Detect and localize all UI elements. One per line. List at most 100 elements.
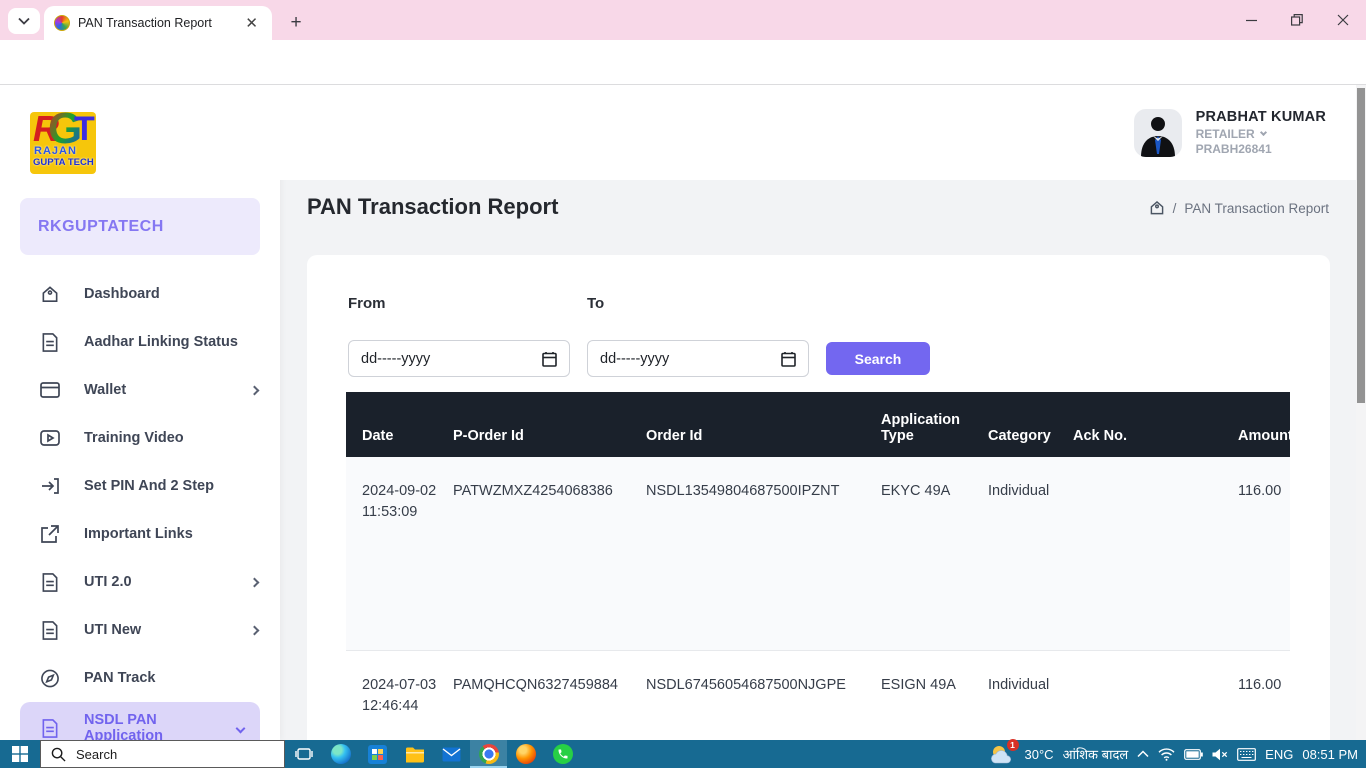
weather-description[interactable]: आंशिक बादल <box>1063 745 1129 763</box>
breadcrumb-separator: / <box>1173 201 1177 216</box>
col-p-order-id: P-Order Id <box>451 392 644 457</box>
edge-icon <box>331 744 351 764</box>
document-icon <box>40 719 60 738</box>
cell-order-id: NSDL67456054687500NJGPE <box>644 650 879 740</box>
breadcrumb: / PAN Transaction Report <box>1149 200 1329 216</box>
window-controls <box>1228 0 1366 40</box>
sidebar-item-nsdl-pan-application[interactable]: NSDL PAN Application <box>20 702 260 740</box>
home-icon <box>40 285 60 304</box>
chrome-icon <box>479 744 499 764</box>
weather-temperature[interactable]: 30°C <box>1025 747 1054 762</box>
video-icon <box>40 430 60 446</box>
chevron-right-icon <box>250 385 260 395</box>
wifi-icon[interactable] <box>1158 748 1175 761</box>
table-row: 2024-07-03 12:46:44 PAMQHCQN6327459884 N… <box>346 650 1290 740</box>
restore-button[interactable] <box>1274 0 1320 40</box>
cell-date: 2024-09-02 11:53:09 <box>346 457 451 650</box>
battery-icon[interactable] <box>1184 749 1203 760</box>
user-role[interactable]: RETAILER <box>1196 127 1326 141</box>
close-window-button[interactable] <box>1320 0 1366 40</box>
taskbar-app-edge[interactable] <box>322 740 359 768</box>
home-icon[interactable] <box>1149 200 1165 216</box>
page-scrollbar[interactable] <box>1356 85 1366 740</box>
col-date: Date <box>346 392 451 457</box>
volume-muted-icon[interactable] <box>1212 748 1228 761</box>
cell-date: 2024-07-03 12:46:44 <box>346 650 451 740</box>
logo-line1: RAJAN <box>34 145 77 157</box>
taskbar-app-whatsapp[interactable] <box>544 740 581 768</box>
new-tab-button[interactable]: + <box>282 9 310 37</box>
to-date-input[interactable]: dd-----yyyy <box>587 340 809 377</box>
taskbar-search-box[interactable]: Search <box>40 740 285 768</box>
windows-taskbar: Search 1 30°C आंशिक बादल ENG 08:51 PM <box>0 740 1366 768</box>
page-viewport: R G T RAJAN GUPTA TECH RKGUPTATECH Dashb… <box>0 85 1356 740</box>
cell-category: Individual <box>986 650 1071 740</box>
col-ack-no: Ack No. <box>1071 392 1236 457</box>
chevron-down-icon <box>18 17 30 25</box>
cell-application-type: ESIGN 49A <box>879 650 986 740</box>
sidebar-item-pan-track[interactable]: PAN Track <box>0 654 280 702</box>
browser-tab[interactable]: PAN Transaction Report ✕ <box>44 6 272 40</box>
report-card: From To dd-----yyyy dd-----yyyy Search D… <box>307 255 1330 740</box>
col-application-type: Application Type <box>879 392 986 457</box>
col-order-id: Order Id <box>644 392 879 457</box>
taskbar-app-store[interactable] <box>359 740 396 768</box>
weather-widget[interactable]: 1 <box>990 743 1016 765</box>
from-label: From <box>348 295 386 312</box>
cell-order-id: NSDL13549804687500IPZNT <box>644 457 879 650</box>
chevron-right-icon <box>250 625 260 635</box>
chevron-right-icon <box>250 577 260 587</box>
transactions-table-wrap: Date P-Order Id Order Id Application Typ… <box>346 392 1290 740</box>
sidebar-item-wallet[interactable]: Wallet <box>0 366 280 414</box>
touch-keyboard-icon[interactable] <box>1237 748 1256 761</box>
external-link-icon <box>40 525 60 543</box>
browser-titlebar: PAN Transaction Report ✕ + <box>0 0 1366 40</box>
col-amount: Amount <box>1236 392 1290 457</box>
user-id: PRABH26841 <box>1196 142 1326 156</box>
tab-search-button[interactable] <box>8 8 40 34</box>
document-icon <box>40 621 60 640</box>
cell-p-order-id: PAMQHCQN6327459884 <box>451 650 644 740</box>
sidebar-item-uti-new[interactable]: UTI New <box>0 606 280 654</box>
taskbar-app-firefox[interactable] <box>507 740 544 768</box>
sidebar-item-uti-20[interactable]: UTI 2.0 <box>0 558 280 606</box>
taskbar-app-mail[interactable] <box>433 740 470 768</box>
site-favicon-icon <box>54 15 70 31</box>
to-label: To <box>587 295 604 312</box>
taskbar-app-chrome[interactable] <box>470 740 507 768</box>
compass-icon <box>40 669 60 688</box>
clock[interactable]: 08:51 PM <box>1302 747 1358 762</box>
scrollbar-thumb[interactable] <box>1357 88 1365 403</box>
cell-p-order-id: PATWZMXZ4254068386 <box>451 457 644 650</box>
cell-amount: 116.00 <box>1236 650 1290 740</box>
calendar-icon[interactable] <box>542 351 557 367</box>
transactions-table: Date P-Order Id Order Id Application Typ… <box>346 392 1290 740</box>
company-logo[interactable]: R G T RAJAN GUPTA TECH <box>30 112 96 174</box>
sidebar-item-aadhar-linking-status[interactable]: Aadhar Linking Status <box>0 318 280 366</box>
store-icon <box>368 745 387 764</box>
start-button[interactable] <box>0 740 40 768</box>
minimize-button[interactable] <box>1228 0 1274 40</box>
firefox-icon <box>516 744 536 764</box>
sidebar-item-important-links[interactable]: Important Links <box>0 510 280 558</box>
taskbar-app-explorer[interactable] <box>396 740 433 768</box>
user-avatar[interactable] <box>1134 109 1182 157</box>
user-menu[interactable]: PRABHAT KUMAR RETAILER PRABH26841 <box>1134 109 1326 157</box>
language-indicator[interactable]: ENG <box>1265 747 1293 762</box>
chevron-down-icon <box>236 723 246 733</box>
from-date-input[interactable]: dd-----yyyy <box>348 340 570 377</box>
sidebar-item-dashboard[interactable]: Dashboard <box>0 270 280 318</box>
document-icon <box>40 573 60 592</box>
search-button[interactable]: Search <box>826 342 930 375</box>
tray-expand-icon[interactable] <box>1137 750 1149 758</box>
tab-close-icon[interactable]: ✕ <box>241 14 262 32</box>
col-category: Category <box>986 392 1071 457</box>
whatsapp-icon <box>553 744 573 764</box>
sidebar-item-set-pin[interactable]: Set PIN And 2 Step <box>0 462 280 510</box>
search-icon <box>51 747 66 762</box>
calendar-icon[interactable] <box>781 351 796 367</box>
table-row: 2024-09-02 11:53:09 PATWZMXZ4254068386 N… <box>346 457 1290 650</box>
sidebar-item-training-video[interactable]: Training Video <box>0 414 280 462</box>
cell-application-type: EKYC 49A <box>879 457 986 650</box>
task-view-button[interactable] <box>285 740 322 768</box>
